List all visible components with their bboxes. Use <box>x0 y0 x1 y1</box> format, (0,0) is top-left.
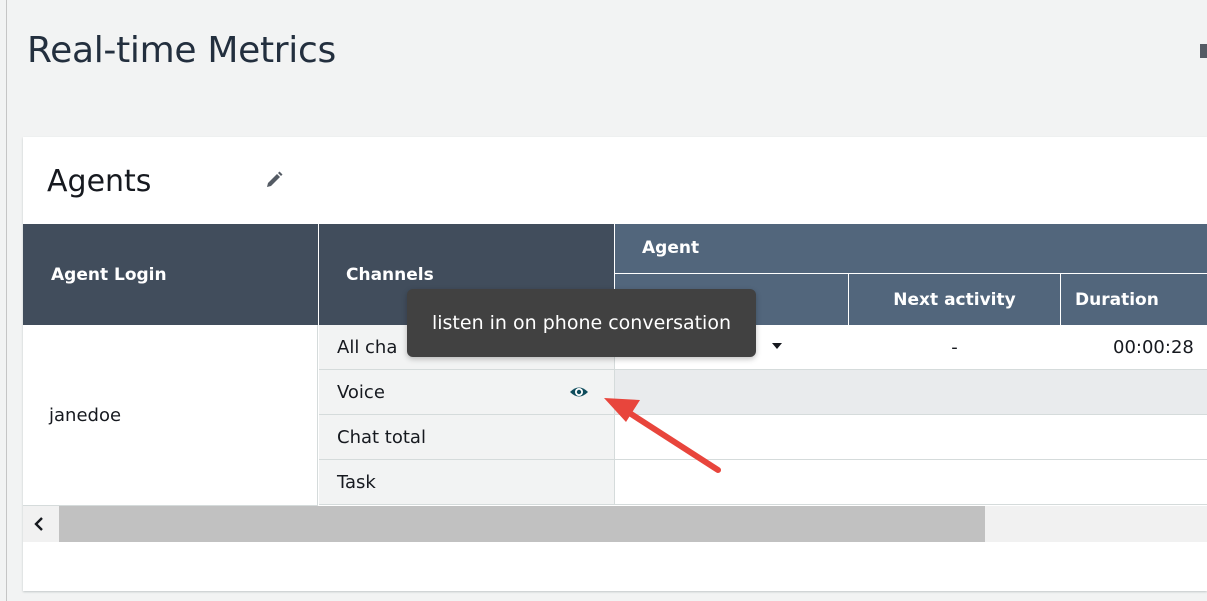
table-row: Chat total <box>319 415 1207 460</box>
table-row: Task <box>319 460 1207 505</box>
channel-cell: Chat total <box>319 415 615 459</box>
agents-card: Agents Agent Login Channels Agent Next a… <box>23 137 1207 591</box>
card-title: Agents <box>47 164 152 199</box>
row-values <box>615 370 1207 414</box>
channel-label: Voice <box>337 381 385 403</box>
scroll-left-button[interactable] <box>23 506 55 542</box>
chevron-left-icon <box>34 517 43 531</box>
toolbar-edge <box>1200 44 1207 58</box>
column-header-duration[interactable]: Duration <box>1061 274 1207 325</box>
column-header-next-activity[interactable]: Next activity <box>849 274 1060 325</box>
row-values <box>615 460 1207 504</box>
eye-icon[interactable] <box>569 382 589 402</box>
agents-table: Agent Login Channels Agent Next activity… <box>23 224 1207 506</box>
channel-cell: Voice <box>319 370 615 414</box>
edit-title-button[interactable] <box>263 169 285 191</box>
scrollbar-thumb[interactable] <box>59 506 985 542</box>
table-row: Voice <box>319 370 1207 415</box>
pencil-icon <box>267 171 283 187</box>
next-activity-value: - <box>951 336 958 358</box>
row-values <box>615 415 1207 459</box>
page-title: Real-time Metrics <box>27 30 336 71</box>
channel-cell: Task <box>319 460 615 504</box>
agent-login-cell: janedoe <box>23 325 318 506</box>
column-header-agent-login[interactable]: Agent Login <box>23 224 318 325</box>
horizontal-scrollbar[interactable] <box>23 506 1207 542</box>
activity-dropdown-caret[interactable] <box>772 343 782 349</box>
column-group-agent: Agent <box>615 224 1207 273</box>
duration-value: 00:00:28 <box>1113 336 1194 358</box>
tooltip: listen in on phone conversation <box>407 289 756 357</box>
